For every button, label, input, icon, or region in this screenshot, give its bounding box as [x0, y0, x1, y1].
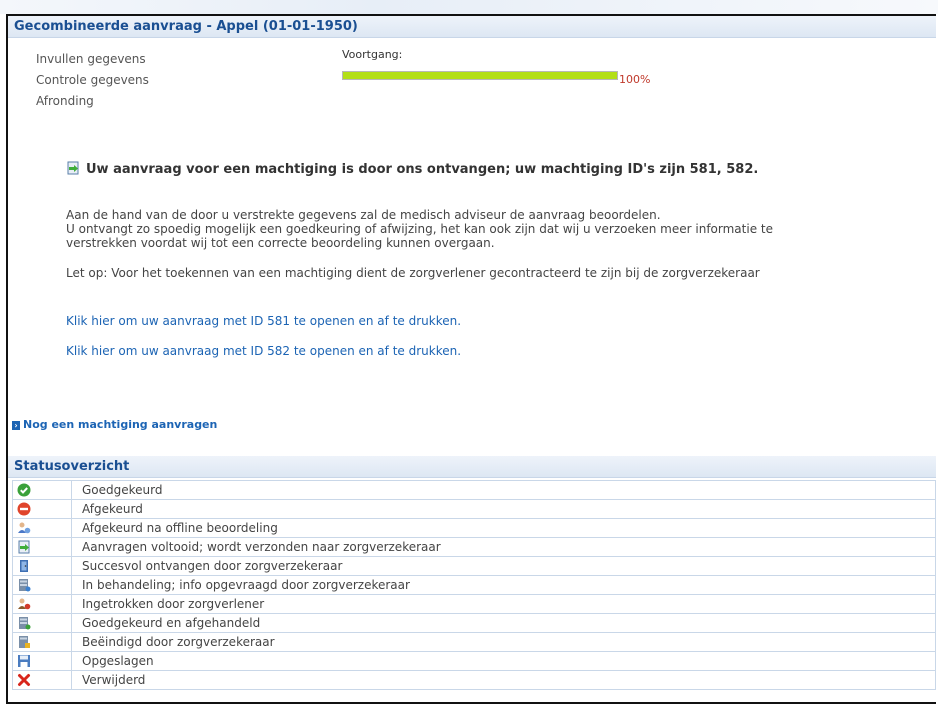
table-row: Afgekeurd na offline beoordeling [12, 518, 936, 538]
floppy-disk-icon [17, 654, 31, 668]
status-label: Ingetrokken door zorgverlener [71, 594, 936, 614]
step-finish: Afronding [36, 94, 94, 108]
server-lock-icon [17, 635, 31, 649]
no-entry-icon [17, 502, 31, 516]
step-check: Controle gegevens [36, 73, 149, 87]
progress-bar [342, 71, 618, 80]
document-send-icon [17, 540, 31, 554]
table-row: Ingetrokken door zorgverlener [12, 594, 936, 614]
person-review-icon [17, 521, 31, 535]
table-row: Afgekeurd [12, 499, 936, 519]
status-label: Opgeslagen [71, 651, 936, 671]
status-label: Aanvragen voltooid; wordt verzonden naar… [71, 537, 936, 557]
person-withdraw-icon [17, 597, 31, 611]
new-request-label: Nog een machtiging aanvragen [23, 418, 218, 431]
info-line-1: Aan de hand van de door u verstrekte geg… [66, 208, 661, 222]
confirmation-message: Uw aanvraag voor een machtiging is door … [66, 161, 758, 177]
table-row: Succesvol ontvangen door zorgverzekeraar [12, 556, 936, 576]
progress-label: Voortgang: [342, 48, 403, 61]
status-label: Succesvol ontvangen door zorgverzekeraar [71, 556, 936, 576]
page-title: Gecombineerde aanvraag - Appel (01-01-19… [8, 16, 936, 38]
table-row: In behandeling; info opgevraagd door zor… [12, 575, 936, 595]
arrow-right-icon: › [12, 421, 20, 430]
server-info-icon [17, 578, 31, 592]
server-approved-icon [17, 616, 31, 630]
door-icon [17, 559, 31, 573]
new-request-link[interactable]: › Nog een machtiging aanvragen [12, 418, 217, 431]
status-label: Afgekeurd [71, 499, 936, 519]
check-circle-icon [17, 483, 31, 497]
open-request-582-link[interactable]: Klik hier om uw aanvraag met ID 582 te o… [66, 344, 461, 358]
confirmation-heading: Uw aanvraag voor een machtiging is door … [86, 162, 759, 177]
status-label: In behandeling; info opgevraagd door zor… [71, 575, 936, 595]
status-label: Goedgekeurd [71, 480, 936, 500]
table-row: Goedgekeurd en afgehandeld [12, 613, 936, 633]
info-line-3: verstrekken voordat wij tot een correcte… [66, 236, 495, 250]
notice-paragraph: Let op: Voor het toekennen van een macht… [66, 266, 760, 280]
table-row: Aanvragen voltooid; wordt verzonden naar… [12, 537, 936, 557]
status-label: Beëindigd door zorgverzekeraar [71, 632, 936, 652]
step-fill-in: Invullen gegevens [36, 52, 146, 66]
table-row: Opgeslagen [12, 651, 936, 671]
status-label: Afgekeurd na offline beoordeling [71, 518, 936, 538]
open-request-581-link[interactable]: Klik hier om uw aanvraag met ID 581 te o… [66, 314, 461, 328]
progress-percentage: 100% [619, 73, 651, 86]
table-row: Verwijderd [12, 670, 936, 690]
background-banner [0, 0, 938, 14]
main-panel: Gecombineerde aanvraag - Appel (01-01-19… [6, 14, 936, 704]
info-paragraph: Aan de hand van de door u verstrekte geg… [66, 208, 773, 250]
step-list: Invullen gegevens Controle gegevens Afro… [36, 49, 149, 112]
info-line-2: U ontvangt zo spoedig mogelijk een goedk… [66, 222, 773, 236]
status-label: Goedgekeurd en afgehandeld [71, 613, 936, 633]
status-label: Verwijderd [71, 670, 936, 690]
status-overview-title: Statusoverzicht [8, 456, 936, 478]
status-table: Goedgekeurd Afgekeurd Afgekeurd na offli… [12, 480, 936, 690]
table-row: Beëindigd door zorgverzekeraar [12, 632, 936, 652]
red-cross-icon [17, 673, 31, 687]
document-send-icon [66, 161, 80, 175]
progress-fill [343, 72, 617, 79]
table-row: Goedgekeurd [12, 480, 936, 500]
